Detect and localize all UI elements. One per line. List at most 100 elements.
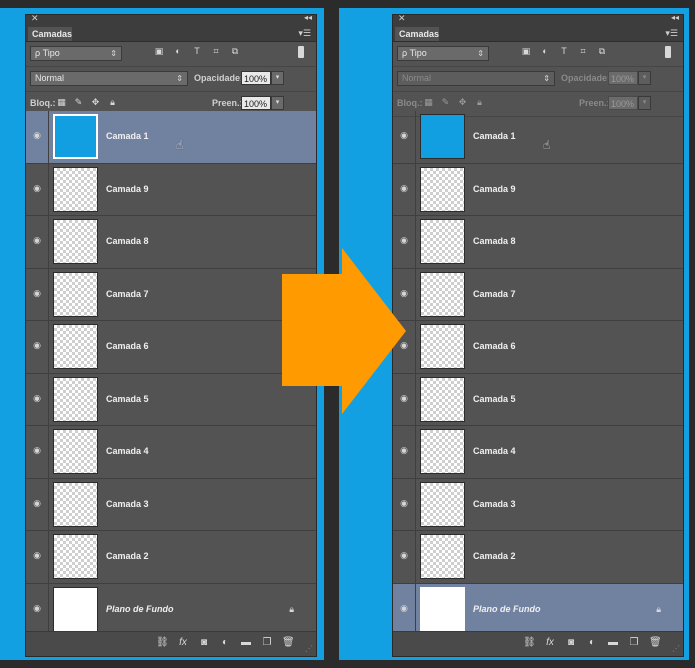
- lock-icon: 🔒︎: [656, 603, 661, 614]
- shape-filter-icon[interactable]: ⌗: [211, 46, 221, 56]
- eye-icon[interactable]: ◉: [32, 288, 42, 297]
- layer-row[interactable]: ◉ Camada 6: [393, 321, 683, 374]
- pixel-filter-icon[interactable]: ▣: [154, 46, 164, 56]
- tab-camadas[interactable]: Camadas: [28, 27, 72, 41]
- layer-row[interactable]: ◉ Camada 9: [26, 163, 316, 216]
- filter-toggle[interactable]: [298, 46, 304, 58]
- layer-row[interactable]: ◉ Camada 4: [393, 426, 683, 479]
- panel-menu-icon[interactable]: ▾☰: [665, 28, 678, 38]
- close-panel-icon[interactable]: ✕: [31, 13, 39, 24]
- layer-thumbnail: [420, 114, 465, 159]
- layer-row[interactable]: ◉ Camada 6: [26, 321, 316, 374]
- opacity-input[interactable]: 100%: [241, 71, 271, 85]
- layer-thumbnail: [420, 481, 465, 527]
- resize-grip-icon[interactable]: ⋰: [672, 645, 680, 653]
- shape-filter-icon[interactable]: ⌗: [578, 46, 588, 56]
- eye-icon[interactable]: ◉: [399, 551, 409, 560]
- layer-row[interactable]: ◉ Camada 1 ☝: [393, 111, 683, 164]
- resize-grip-icon[interactable]: ⋰: [305, 645, 313, 653]
- visibility-column: ◉: [26, 583, 49, 635]
- lock-all-icon[interactable]: 🔒︎: [107, 97, 118, 108]
- blend-mode-select[interactable]: Normal ⇕: [30, 71, 188, 86]
- collapse-panel-icon[interactable]: ◂◂: [304, 13, 312, 22]
- layer-row[interactable]: ◉ Camada 8: [26, 216, 316, 269]
- lock-icons: ▦ ✎ ✥ 🔒︎: [423, 97, 485, 108]
- layer-row[interactable]: ◉ Camada 2: [26, 531, 316, 584]
- filter-type-select[interactable]: ρ Tipo ⇕: [397, 46, 489, 61]
- eye-icon[interactable]: ◉: [399, 446, 409, 455]
- collapse-panel-icon[interactable]: ◂◂: [671, 13, 679, 22]
- eye-icon[interactable]: ◉: [399, 498, 409, 507]
- tab-camadas[interactable]: Camadas: [395, 27, 439, 41]
- adjustment-icon[interactable]: ◐: [586, 637, 598, 649]
- filter-toggle[interactable]: [665, 46, 671, 58]
- group-folder-icon[interactable]: ▬: [240, 637, 252, 649]
- type-filter-icon[interactable]: T: [559, 46, 569, 56]
- lock-transparency-icon[interactable]: ▦: [56, 97, 67, 108]
- fx-icon[interactable]: fx: [544, 637, 556, 649]
- layer-row[interactable]: ◉ Camada 3: [26, 478, 316, 531]
- eye-icon[interactable]: ◉: [32, 131, 42, 140]
- opacity-dropdown-icon[interactable]: ▾: [271, 71, 284, 85]
- eye-icon[interactable]: ◉: [399, 603, 409, 612]
- layer-thumbnail: [420, 219, 465, 264]
- layer-row[interactable]: ◉ Camada 3: [393, 478, 683, 531]
- filter-icons: ▣ ◐ T ⌗ ⧉: [521, 46, 607, 56]
- close-panel-icon[interactable]: ✕: [398, 13, 406, 24]
- layer-row[interactable]: ◉ Plano de Fundo 🔒︎: [393, 583, 683, 636]
- eye-icon[interactable]: ◉: [32, 393, 42, 402]
- layer-row[interactable]: ◉ Camada 5: [393, 373, 683, 426]
- layer-thumbnail: [53, 481, 98, 527]
- mask-icon[interactable]: ◙: [198, 637, 210, 649]
- layer-row[interactable]: ◉ Camada 9: [393, 163, 683, 216]
- trash-icon[interactable]: 🗑︎: [649, 637, 662, 649]
- eye-icon[interactable]: ◉: [32, 183, 42, 192]
- layer-name: Plano de Fundo: [106, 603, 174, 614]
- smartobject-filter-icon[interactable]: ⧉: [230, 46, 240, 56]
- trash-icon[interactable]: 🗑︎: [282, 637, 295, 649]
- fill-input[interactable]: 100%: [241, 96, 271, 110]
- layer-row[interactable]: ◉ Camada 5: [26, 373, 316, 426]
- eye-icon[interactable]: ◉: [32, 551, 42, 560]
- layer-row[interactable]: ◉ Camada 1 ☝: [26, 111, 316, 164]
- layer-row[interactable]: ◉ Camada 2: [393, 531, 683, 584]
- layer-row[interactable]: ◉ Camada 4: [26, 426, 316, 479]
- eye-icon[interactable]: ◉: [399, 236, 409, 245]
- blend-mode-select: Normal ⇕: [397, 71, 555, 86]
- eye-icon[interactable]: ◉: [32, 603, 42, 612]
- new-layer-icon[interactable]: ❐: [628, 637, 640, 649]
- group-folder-icon[interactable]: ▬: [607, 637, 619, 649]
- eye-icon[interactable]: ◉: [32, 341, 42, 350]
- link-layers-icon[interactable]: ⛓: [156, 637, 169, 649]
- layer-row[interactable]: ◉ Plano de Fundo 🔒︎: [26, 583, 316, 636]
- layer-row[interactable]: ◉ Camada 7: [393, 268, 683, 321]
- eye-icon[interactable]: ◉: [399, 183, 409, 192]
- layer-row[interactable]: ◉ Camada 8: [393, 216, 683, 269]
- layer-name: Camada 5: [473, 393, 516, 404]
- link-layers-icon[interactable]: ⛓: [523, 637, 536, 649]
- eye-icon[interactable]: ◉: [32, 446, 42, 455]
- eye-icon[interactable]: ◉: [399, 131, 409, 140]
- pixel-filter-icon[interactable]: ▣: [521, 46, 531, 56]
- mask-icon[interactable]: ◙: [565, 637, 577, 649]
- adjustment-icon[interactable]: ◐: [219, 637, 231, 649]
- visibility-column: ◉: [26, 163, 49, 215]
- blend-mode-value: Normal: [35, 73, 65, 83]
- type-filter-icon[interactable]: T: [192, 46, 202, 56]
- layer-thumbnail: [53, 534, 98, 579]
- eye-icon[interactable]: ◉: [32, 236, 42, 245]
- panel-menu-icon[interactable]: ▾☰: [298, 28, 311, 38]
- new-layer-icon[interactable]: ❐: [261, 637, 273, 649]
- layer-thumbnail: [420, 166, 465, 212]
- lock-icons: ▦ ✎ ✥ 🔒︎: [56, 97, 118, 108]
- fill-dropdown-icon[interactable]: ▾: [271, 96, 284, 110]
- adjustment-filter-icon[interactable]: ◐: [540, 46, 550, 56]
- adjustment-filter-icon[interactable]: ◐: [173, 46, 183, 56]
- lock-position-icon[interactable]: ✥: [90, 97, 101, 108]
- smartobject-filter-icon[interactable]: ⧉: [597, 46, 607, 56]
- filter-type-select[interactable]: ρ Tipo ⇕: [30, 46, 122, 61]
- lock-paint-icon[interactable]: ✎: [73, 97, 84, 108]
- layer-row[interactable]: ◉ Camada 7: [26, 268, 316, 321]
- fx-icon[interactable]: fx: [177, 637, 189, 649]
- eye-icon[interactable]: ◉: [32, 498, 42, 507]
